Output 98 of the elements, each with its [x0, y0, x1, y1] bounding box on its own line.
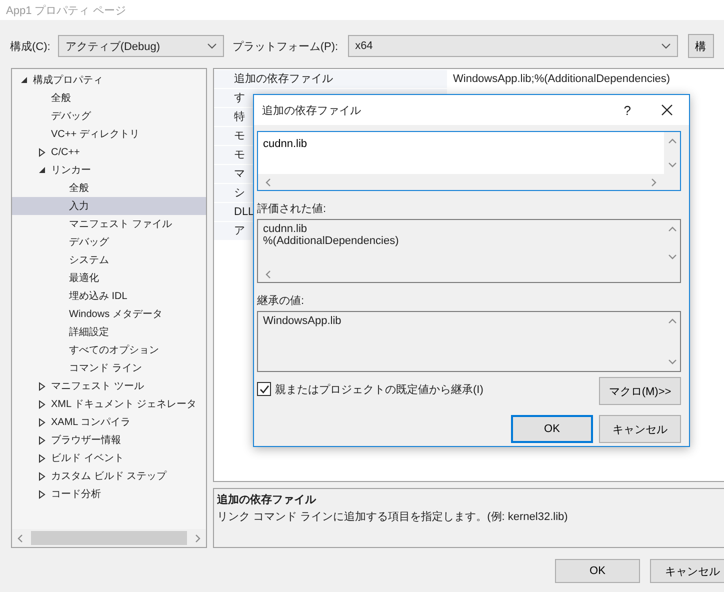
- tree-item-label: XML ドキュメント ジェネレータ: [51, 398, 197, 411]
- tree-item[interactable]: XML ドキュメント ジェネレータ: [12, 395, 206, 413]
- scroll-down-icon[interactable]: [668, 160, 676, 169]
- collapsed-arrow-icon[interactable]: [38, 436, 46, 444]
- scroll-down-icon[interactable]: [668, 252, 676, 261]
- text-field[interactable]: cudnn.lib: [257, 131, 681, 191]
- scroll-left-icon[interactable]: [264, 178, 273, 186]
- field-text: cudnn.lib: [263, 223, 308, 235]
- dropdown-chevron-icon: [207, 43, 218, 49]
- scroll-right-icon[interactable]: [649, 178, 658, 186]
- tree-item-label: ブラウザー情報: [51, 434, 121, 447]
- dropdown-chevron-icon: [661, 43, 672, 49]
- tree-item[interactable]: マニフェスト ファイル: [12, 215, 206, 233]
- tree-item[interactable]: カスタム ビルド ステップ: [12, 467, 206, 485]
- scroll-right-icon[interactable]: [193, 534, 202, 542]
- dialog-button[interactable]: キャンセル: [650, 559, 724, 583]
- checkbox[interactable]: [257, 382, 271, 396]
- tree-item[interactable]: XAML コンパイラ: [12, 413, 206, 431]
- scrollbar-thumb[interactable]: [31, 531, 187, 545]
- horizontal-scrollbar[interactable]: [12, 529, 206, 547]
- dialog-button[interactable]: OK: [511, 415, 593, 443]
- property-row[interactable]: 追加の依存ファイル WindowsApp.lib;%(AdditionalDependencies): [214, 70, 724, 89]
- collapsed-arrow-icon[interactable]: [38, 418, 46, 426]
- platform-dropdown[interactable]: x64: [348, 35, 678, 57]
- window-title: App1 プロパティ ページ: [6, 4, 126, 18]
- tree-item-label: 入力: [69, 200, 89, 213]
- configuration-dropdown[interactable]: アクティブ(Debug): [58, 35, 224, 57]
- tree-item-label: カスタム ビルド ステップ: [51, 470, 167, 483]
- scroll-left-icon[interactable]: [264, 270, 273, 278]
- tree-item-label: VC++ ディレクトリ: [51, 128, 140, 141]
- tree-item-label: 全般: [51, 92, 71, 105]
- scroll-up-icon[interactable]: [668, 225, 676, 234]
- property-name: 追加の依存ファイル: [214, 70, 447, 88]
- tree-item-label: C/C++: [51, 146, 80, 158]
- help-button[interactable]: ?: [624, 102, 631, 118]
- tree-item[interactable]: 入力: [12, 197, 206, 215]
- tree-item[interactable]: 詳細設定: [12, 323, 206, 341]
- tree-item[interactable]: デバッグ: [12, 107, 206, 125]
- expanded-arrow-icon[interactable]: [20, 76, 28, 84]
- tree-item[interactable]: 全般: [12, 89, 206, 107]
- field-text: WindowsApp.lib: [263, 315, 342, 327]
- tree-item-label: マニフェスト ファイル: [69, 218, 172, 231]
- configuration-label: 構成(C):: [10, 40, 50, 54]
- tree-item[interactable]: デバッグ: [12, 233, 206, 251]
- tree-item[interactable]: システム: [12, 251, 206, 269]
- description-text: リンク コマンド ラインに追加する項目を指定します。(例: kernel32.lib): [217, 510, 569, 524]
- tree-item[interactable]: 構成プロパティ: [12, 71, 206, 89]
- tree-item[interactable]: コマンド ライン: [12, 359, 206, 377]
- tree-item-label: デバッグ: [51, 110, 91, 123]
- tree-item[interactable]: Windows メタデータ: [12, 305, 206, 323]
- collapsed-arrow-icon[interactable]: [38, 400, 46, 408]
- tree-item-label: マニフェスト ツール: [51, 380, 144, 393]
- tree-item-label: 全般: [69, 182, 89, 195]
- tree-item-label: コマンド ライン: [69, 362, 142, 375]
- tree-item-label: システム: [69, 254, 109, 267]
- platform-label: プラットフォーム(P):: [232, 40, 338, 54]
- description-title: 追加の依存ファイル: [217, 492, 317, 507]
- scroll-down-icon[interactable]: [668, 357, 676, 366]
- tree-item-label: リンカー: [51, 164, 91, 177]
- tree-item[interactable]: マニフェスト ツール: [12, 377, 206, 395]
- expanded-arrow-icon[interactable]: [38, 166, 46, 174]
- checkbox-label: 親またはプロジェクトの既定値から継承(I): [275, 382, 484, 396]
- collapsed-arrow-icon[interactable]: [38, 490, 46, 498]
- collapsed-arrow-icon[interactable]: [38, 472, 46, 480]
- collapsed-arrow-icon[interactable]: [38, 454, 46, 462]
- tree-item-label: 最適化: [69, 272, 99, 285]
- tree-item[interactable]: すべてのオプション: [12, 341, 206, 359]
- scroll-left-icon[interactable]: [16, 534, 25, 542]
- configuration-manager-button[interactable]: 構: [688, 34, 714, 58]
- collapsed-arrow-icon[interactable]: [38, 148, 46, 156]
- scroll-up-icon[interactable]: [668, 317, 676, 326]
- inherited-value-label: 継承の値:: [257, 294, 306, 308]
- tree-item[interactable]: リンカー: [12, 161, 206, 179]
- tree-item-label: コード分析: [51, 488, 101, 501]
- tree-item[interactable]: VC++ ディレクトリ: [12, 125, 206, 143]
- scroll-up-icon[interactable]: [668, 137, 676, 146]
- tree-item-label: デバッグ: [69, 236, 109, 249]
- tree-item-label: 埋め込み IDL: [69, 290, 128, 303]
- macro-button[interactable]: マクロ(M)>>: [599, 377, 681, 405]
- close-icon[interactable]: [661, 104, 673, 116]
- tree-item[interactable]: 全般: [12, 179, 206, 197]
- dialog-button[interactable]: OK: [555, 559, 640, 583]
- tree-item-label: ビルド イベント: [51, 452, 124, 465]
- tree-item-label: XAML コンパイラ: [51, 416, 131, 429]
- dialog-button[interactable]: キャンセル: [599, 415, 681, 443]
- property-value: WindowsApp.lib;%(AdditionalDependencies): [452, 73, 670, 85]
- tree-item-label: 詳細設定: [69, 326, 109, 339]
- tree-item[interactable]: ビルド イベント: [12, 449, 206, 467]
- collapsed-arrow-icon[interactable]: [38, 382, 46, 390]
- tree-item[interactable]: 最適化: [12, 269, 206, 287]
- tree-item[interactable]: ブラウザー情報: [12, 431, 206, 449]
- tree-item[interactable]: コード分析: [12, 485, 206, 503]
- tree-item-label: すべてのオプション: [69, 344, 159, 357]
- evaluated-value-label: 評価された値:: [257, 202, 328, 216]
- tree-item[interactable]: 埋め込み IDL: [12, 287, 206, 305]
- tree-item[interactable]: C/C++: [12, 143, 206, 161]
- tree-item-label: 構成プロパティ: [33, 74, 103, 87]
- tree-item-label: Windows メタデータ: [69, 308, 162, 321]
